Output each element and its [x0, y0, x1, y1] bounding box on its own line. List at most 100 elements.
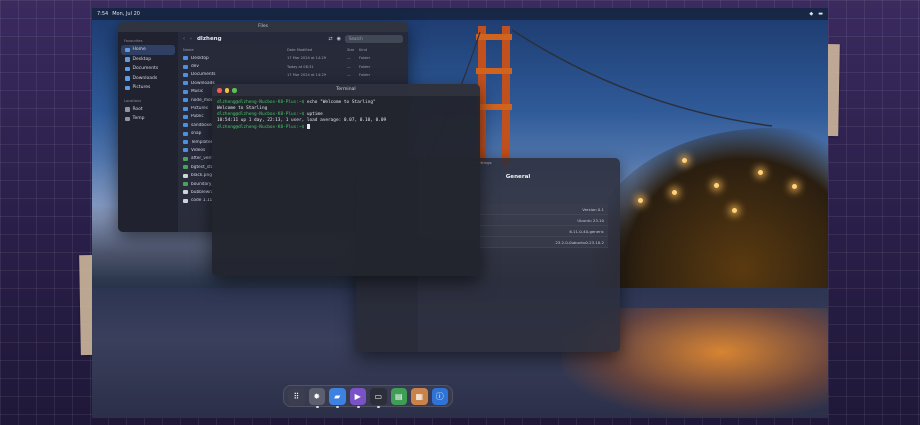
file-name-label: Music	[191, 89, 204, 95]
info-os: Ubuntu 23.10	[476, 215, 608, 226]
terminal-titlebar[interactable]: Terminal	[212, 84, 480, 96]
view-toggle-icon[interactable]: ⇄	[328, 36, 332, 42]
info-version: Version 0.1	[476, 204, 608, 215]
text-cursor	[306, 124, 310, 129]
network-icon[interactable]: ◆	[809, 11, 813, 17]
current-folder-title: dlzheng	[197, 36, 222, 42]
top-bar: 7:54 Mon, Jul 20 ◆ ▬	[92, 8, 828, 20]
street-lamp	[758, 170, 763, 175]
street-lamp	[732, 208, 737, 213]
folder-icon	[183, 106, 188, 111]
terminal-line: dlzheng@dlzheng-Nucbox-K8-Plus:~$	[217, 124, 475, 131]
sidebar-item-home[interactable]: Home	[121, 45, 175, 55]
system-tray[interactable]: ◆ ▬	[809, 11, 823, 17]
files-folder-icon[interactable]: ▰	[329, 387, 346, 408]
running-indicator	[336, 406, 339, 408]
sidebar-item-documents[interactable]: Documents	[121, 64, 175, 74]
forward-icon[interactable]: ›	[190, 36, 192, 42]
folder-icon	[183, 56, 188, 61]
files-sidebar: Favourites Home Desktop Documents Downlo…	[118, 32, 178, 232]
file-kind: Folder	[359, 72, 371, 77]
sidebar-item-root[interactable]: Root	[121, 105, 175, 115]
sidebar-item-label: Desktop	[132, 56, 152, 62]
file-name-label: black.png	[191, 173, 212, 179]
home-icon	[125, 47, 130, 52]
file-kind: Folder	[359, 64, 371, 69]
dock-glyph: ▭	[374, 391, 383, 401]
document-file-icon	[183, 173, 188, 178]
desktop-icon	[125, 57, 130, 62]
info-icon[interactable]: ⓘ	[431, 387, 448, 405]
shell-command: echo "Welcome to Starling"	[304, 100, 376, 105]
notes-icon[interactable]: ▤	[390, 387, 407, 405]
terminal-window[interactable]: Terminal dlzheng@dlzheng-Nucbox-K8-Plus:…	[212, 84, 480, 276]
documents-icon	[125, 66, 130, 71]
sidebar-section-locations: Locations	[124, 98, 142, 103]
street-lamp	[714, 183, 719, 188]
spreadsheet-file-icon	[183, 156, 188, 161]
folder-icon	[183, 123, 188, 128]
clock-date[interactable]: Mon, Jul 20	[112, 11, 140, 17]
apps-grid-icon[interactable]: ⠿	[288, 387, 305, 405]
battery-icon[interactable]: ▬	[818, 11, 823, 17]
file-name-label: Desktop	[191, 55, 209, 61]
street-lamp	[638, 198, 643, 203]
document-file-icon	[183, 190, 188, 195]
file-date: Today at 08:31	[287, 64, 314, 69]
files-titlebar[interactable]: Files	[118, 22, 408, 32]
folder-icon	[183, 98, 188, 103]
folder-icon	[183, 148, 188, 153]
file-date: 17 Mar 2024 at 14:29	[287, 56, 327, 61]
file-name: Desktop	[183, 56, 287, 61]
eye-icon[interactable]: ◉	[337, 36, 341, 42]
column-size[interactable]: Size	[347, 48, 359, 52]
street-lamp	[792, 184, 797, 189]
desktop-screen: 7:54 Mon, Jul 20 ◆ ▬ Files Favourites Ho…	[92, 8, 828, 418]
file-name: Documents	[183, 72, 287, 77]
dock-glyph: ▤	[394, 391, 403, 401]
sidebar-item-pictures[interactable]: Pictures	[121, 83, 175, 93]
file-row[interactable]: Desktop 17 Mar 2024 at 14:29 — Folder	[178, 54, 408, 62]
terminal-icon[interactable]: ▭	[370, 387, 387, 408]
file-row[interactable]: Documents 17 Mar 2024 at 14:29 — Folder	[178, 71, 408, 79]
terminal-output[interactable]: dlzheng@dlzheng-Nucbox-K8-Plus:~$ echo "…	[212, 96, 480, 135]
file-name-label: Public	[191, 114, 204, 120]
folder-icon	[183, 114, 188, 119]
folder-icon	[183, 140, 188, 145]
sidebar-item-desktop[interactable]: Desktop	[121, 55, 175, 65]
spreadsheet-file-icon	[183, 165, 188, 170]
file-row[interactable]: dev Today at 08:31 — Folder	[178, 62, 408, 70]
maximize-icon[interactable]	[232, 88, 237, 93]
calculator-icon[interactable]: ▦	[411, 387, 428, 405]
file-kind: Folder	[359, 56, 371, 61]
running-indicator	[315, 406, 319, 408]
sidebar-item-downloads[interactable]: Downloads	[121, 74, 175, 84]
settings-gear-icon[interactable]: ✸	[308, 387, 325, 408]
file-name-label: after_verifi	[191, 156, 215, 162]
column-date[interactable]: Date Modified	[287, 48, 347, 52]
dock-glyph: ▶	[354, 391, 361, 401]
back-icon[interactable]: ‹	[183, 36, 185, 42]
shell-command: uptime	[304, 112, 323, 117]
file-name-label: Documents	[191, 72, 216, 78]
file-size: —	[347, 56, 351, 61]
sidebar-item-temp[interactable]: Temp	[121, 114, 175, 124]
dock-glyph: ▦	[415, 391, 424, 401]
column-kind[interactable]: Kind	[359, 48, 399, 52]
search-input[interactable]: Search	[345, 35, 403, 43]
terminal-title: Terminal	[336, 87, 356, 92]
file-name-label: dev	[191, 64, 199, 70]
media-player-icon[interactable]: ▶	[349, 387, 366, 408]
file-size: —	[347, 64, 351, 69]
dock-glyph: ▰	[334, 391, 341, 401]
window-controls	[217, 88, 237, 93]
file-size: —	[347, 72, 351, 77]
dock-glyph: ⠿	[293, 391, 300, 401]
files-toolbar: ⇄ ◉ Search	[328, 35, 403, 43]
close-icon[interactable]	[217, 88, 222, 93]
column-name[interactable]: Name	[183, 48, 287, 52]
running-indicator	[377, 406, 380, 408]
info-kernel: 6.11.0-40-generic	[476, 226, 608, 237]
minimize-icon[interactable]	[224, 88, 229, 93]
clock-time[interactable]: 7:54	[97, 11, 108, 17]
